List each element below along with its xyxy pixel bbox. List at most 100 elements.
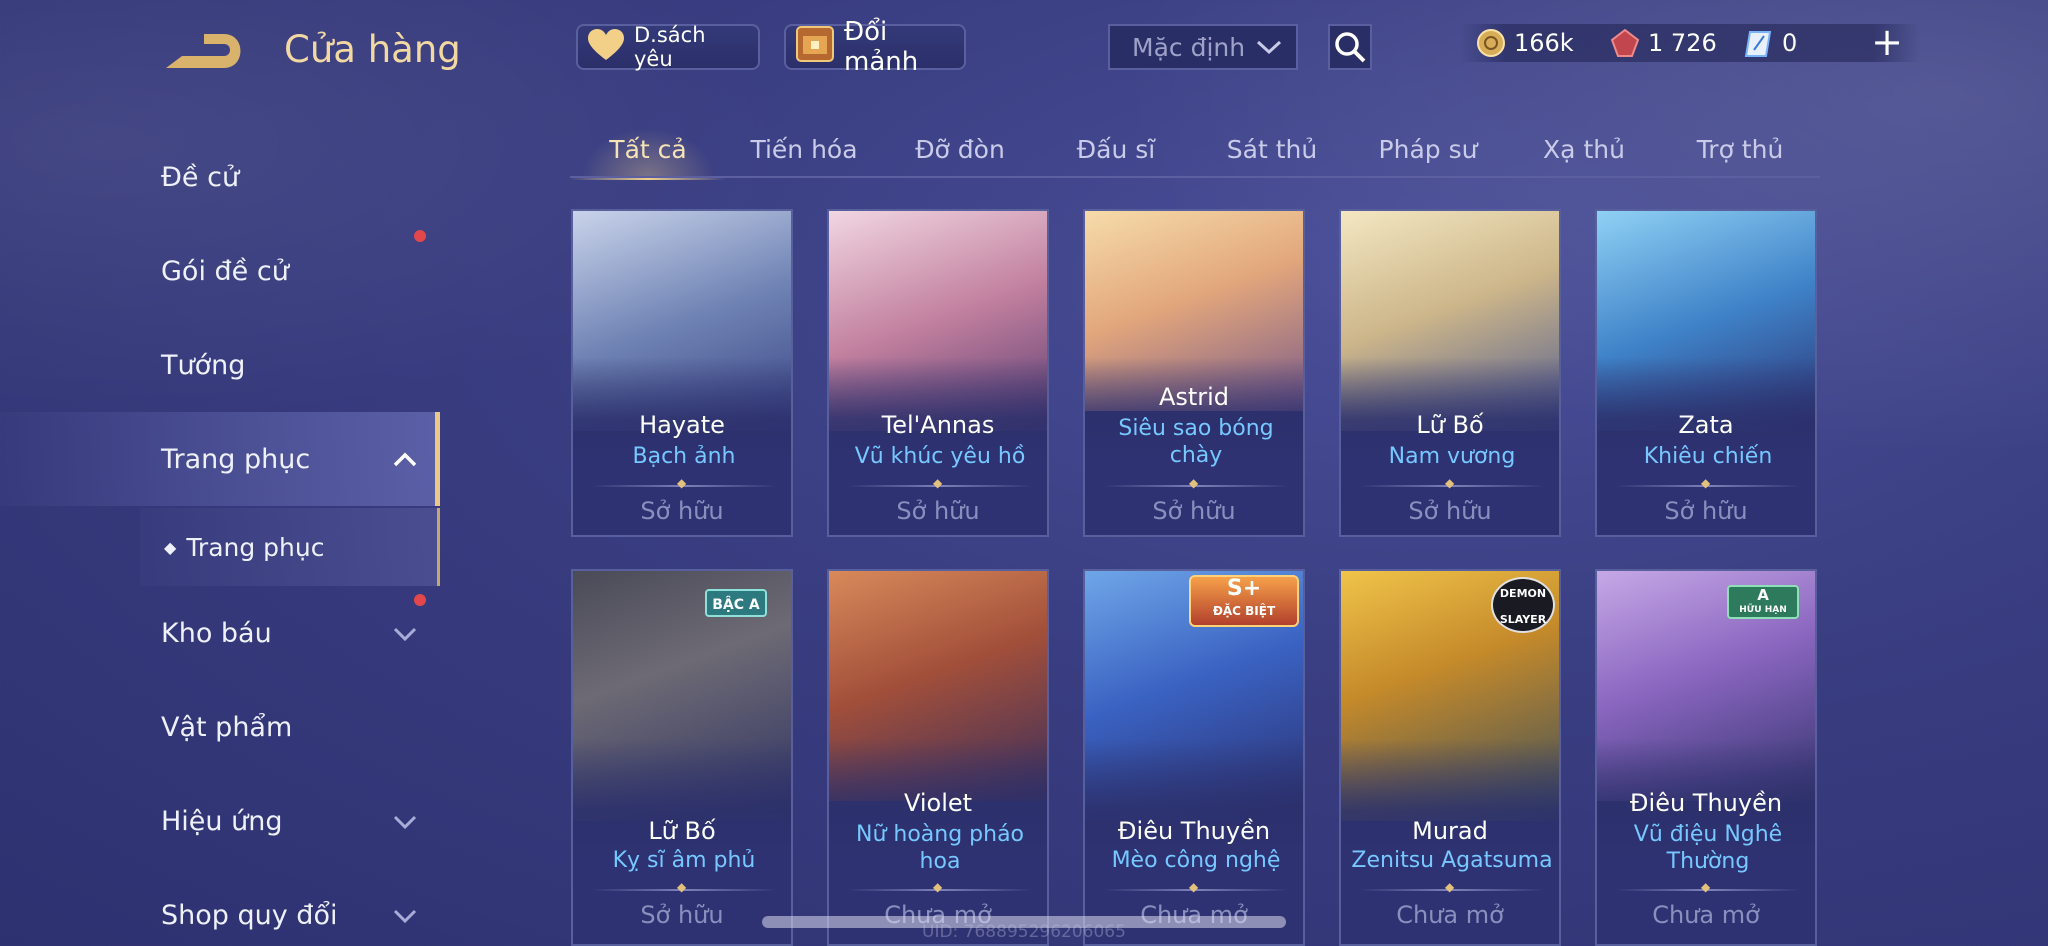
favorites-button[interactable]: D.sách yêu	[576, 23, 760, 71]
tier-badge: BẬC A	[705, 589, 767, 617]
tab-label: Sát thủ	[1226, 134, 1318, 164]
ownership-status: Sở hữu	[1408, 497, 1492, 525]
tier-badge: A HỮU HẠN	[1727, 585, 1799, 619]
card-divider	[1103, 476, 1289, 490]
tier-badge-sublabel: ĐẶC BIỆT	[1212, 604, 1276, 618]
ownership-status: Sở hữu	[1664, 497, 1748, 525]
category-tabs: Tất cả Tiến hóa Đỡ đòn Đấu sĩ Sát thủ Ph…	[570, 120, 1820, 180]
hero-name: Lữ Bố	[648, 817, 716, 845]
treasure-chest-icon	[794, 24, 836, 71]
skin-card[interactable]: BẬC A Lữ Bố Kỵ sĩ âm phủ Sở hữu	[571, 569, 793, 946]
sidebar-item-label: Shop quy đổi	[161, 899, 338, 931]
card-divider	[1359, 880, 1545, 894]
search-button[interactable]	[1328, 24, 1372, 70]
ownership-status: Chưa mở	[1396, 901, 1504, 929]
ticket-amount: 0	[1782, 29, 1798, 57]
favorites-label: D.sách yêu	[634, 23, 706, 71]
hero-name: Astrid	[1158, 383, 1230, 411]
card-divider	[1615, 880, 1801, 894]
ticket-balance: 0	[1744, 24, 1797, 62]
tab-all[interactable]: Tất cả	[570, 120, 726, 180]
card-divider	[1359, 476, 1545, 490]
hero-name: Điêu Thuyền	[1629, 789, 1783, 817]
tab-support[interactable]: Trợ thủ	[1662, 120, 1818, 178]
sidebar-item-label: Trang phục	[161, 443, 311, 475]
sidebar-item-treasure[interactable]: Kho báu	[0, 586, 440, 680]
page-title: Cửa hàng	[284, 28, 461, 71]
skin-card[interactable]: DEMON SLAYER Murad Zenitsu Agatsuma Chưa…	[1339, 569, 1561, 946]
sidebar-item-exchange-shop[interactable]: Shop quy đổi	[0, 868, 440, 946]
skin-name: Mèo công nghệ	[1111, 848, 1281, 873]
sort-dropdown[interactable]: Mặc định	[1108, 24, 1298, 70]
skin-card[interactable]: Hayate Bạch ảnh Sở hữu	[571, 209, 793, 537]
skin-name: Nữ hoàng pháo hoa	[855, 822, 1025, 874]
diamond-bullet-icon: ◆	[164, 537, 177, 557]
skin-name: Kỵ sĩ âm phủ	[612, 848, 756, 873]
tab-mage[interactable]: Pháp sư	[1350, 120, 1506, 178]
sidebar-item-label: Kho báu	[161, 617, 272, 649]
sidebar-subitem-label: Trang phục	[186, 532, 325, 562]
card-divider	[847, 476, 1033, 490]
hero-name: Murad	[1412, 817, 1488, 845]
tab-tank[interactable]: Đỡ đòn	[882, 120, 1038, 178]
voucher-amount: 1 726	[1648, 29, 1717, 57]
notification-dot	[414, 230, 426, 242]
special-tier-badge: S+ ĐẶC BIỆT	[1189, 575, 1299, 627]
coin-amount: 166k	[1514, 29, 1574, 57]
skin-card[interactable]: Violet Nữ hoàng pháo hoa Chưa mở	[827, 569, 1049, 946]
hero-name: Hayate	[639, 411, 725, 439]
tier-badge-sublabel: HỮU HẠN	[1739, 605, 1787, 615]
card-divider	[1615, 476, 1801, 490]
tier-badge-label: S+	[1226, 576, 1262, 601]
tab-label: Xạ thủ	[1543, 134, 1625, 164]
add-currency-button[interactable]: +	[1870, 22, 1904, 62]
card-divider	[1103, 880, 1289, 894]
uid-watermark: UID: 768895296206065	[922, 922, 1126, 942]
sidebar-subitem-skins[interactable]: ◆ Trang phục	[140, 508, 440, 586]
tab-label: Đỡ đòn	[915, 134, 1005, 164]
back-button[interactable]	[160, 30, 246, 74]
chevron-down-icon	[393, 627, 417, 642]
skin-card[interactable]: S+ ĐẶC BIỆT Điêu Thuyền Mèo công nghệ Ch…	[1083, 569, 1305, 946]
back-arrow-icon	[166, 34, 241, 68]
skin-card[interactable]: Zata Khiêu chiến Sở hữu	[1595, 209, 1817, 537]
notification-dot	[414, 594, 426, 606]
sidebar-item-effects[interactable]: Hiệu ứng	[0, 774, 440, 868]
sidebar-item-heroes[interactable]: Tướng	[0, 318, 440, 412]
exchange-fragments-button[interactable]: Đổi mảnh	[784, 17, 966, 77]
tab-evolution[interactable]: Tiến hóa	[726, 120, 882, 178]
skin-name: Vũ khúc yêu hồ	[854, 444, 1026, 469]
tier-badge-label: A	[1757, 586, 1769, 604]
skin-name: Bạch ảnh	[632, 444, 736, 469]
ownership-status: Chưa mở	[1652, 901, 1760, 929]
chevron-down-icon	[1256, 40, 1282, 55]
tabs-divider	[570, 176, 1820, 178]
sidebar-item-skins[interactable]: Trang phục	[0, 412, 440, 506]
skin-card[interactable]: Tel'Annas Vũ khúc yêu hồ Sở hữu	[827, 209, 1049, 537]
tab-label: Trợ thủ	[1696, 134, 1784, 164]
tab-label: Đấu sĩ	[1076, 134, 1156, 164]
tab-fighter[interactable]: Đấu sĩ	[1038, 120, 1194, 178]
skin-name: Nam vương	[1388, 444, 1516, 469]
hero-name: Zata	[1678, 411, 1734, 439]
ownership-status: Sở hữu	[896, 497, 980, 525]
hero-name: Lữ Bố	[1416, 411, 1484, 439]
tab-assassin[interactable]: Sát thủ	[1194, 120, 1350, 178]
card-divider	[591, 880, 777, 894]
skin-card[interactable]: A HỮU HẠN Điêu Thuyền Vũ điệu Nghê Thườn…	[1595, 569, 1817, 946]
sidebar-item-recommended-packs[interactable]: Gói đề cử	[0, 224, 440, 318]
hero-name: Violet	[903, 789, 973, 817]
card-divider	[591, 476, 777, 490]
card-divider	[847, 880, 1033, 894]
hero-name: Điêu Thuyền	[1117, 817, 1271, 845]
skin-card[interactable]: Lữ Bố Nam vương Sở hữu	[1339, 209, 1561, 537]
sidebar-item-items[interactable]: Vật phẩm	[0, 680, 440, 774]
skin-name: Khiêu chiến	[1643, 444, 1773, 469]
collab-logo-badge: DEMON SLAYER	[1491, 577, 1555, 633]
feather-ticket-icon	[1744, 31, 1772, 57]
sidebar-item-recommended[interactable]: Đề cử	[0, 130, 440, 224]
sort-value: Mặc định	[1132, 32, 1246, 62]
tab-marksman[interactable]: Xạ thủ	[1506, 120, 1662, 178]
skin-name: Siêu sao bóng chày	[1118, 416, 1274, 468]
skin-card[interactable]: Astrid Siêu sao bóng chày Sở hữu	[1083, 209, 1305, 537]
